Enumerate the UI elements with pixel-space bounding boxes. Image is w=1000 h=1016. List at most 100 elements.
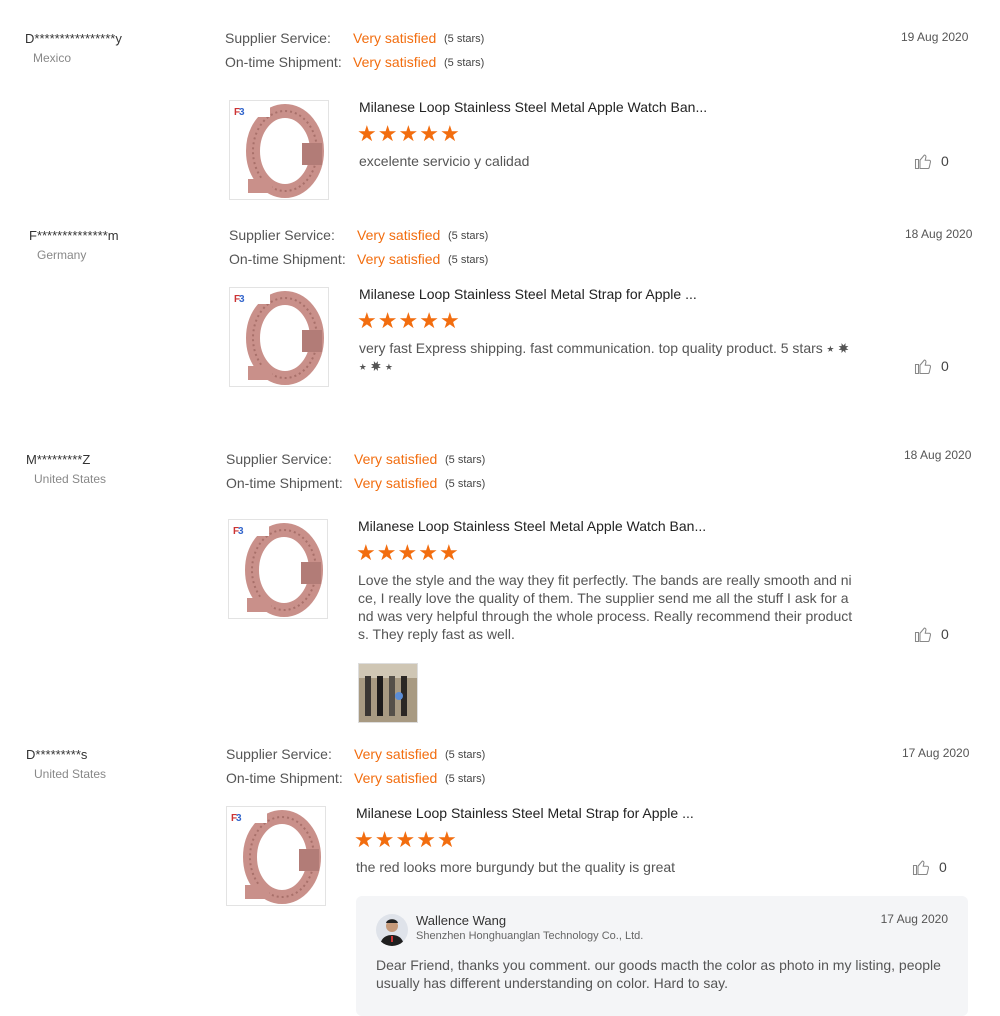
like-count: 0 [941, 626, 949, 642]
star-icon: ★ [419, 308, 439, 333]
star-icon: ★ [439, 121, 460, 146]
supplier-service-label: Supplier Service: [229, 227, 335, 243]
supplier-reply: Wallence Wang Shenzhen Honghuanglan Tech… [356, 896, 968, 1016]
star-rating: ★ ★ ★ ★ ★ [356, 540, 459, 565]
ontime-shipment-value: Very satisfied [353, 54, 437, 70]
thumbs-up-icon [914, 359, 932, 375]
watch-band-image: F 3 [233, 523, 323, 617]
supplier-service-value: Very satisfied [357, 227, 441, 243]
like-button[interactable]: 0 [914, 152, 949, 170]
svg-text:3: 3 [239, 294, 245, 305]
supplier-service-stars: (5 stars) [448, 230, 489, 242]
watch-band-image: F 3 [231, 810, 321, 904]
like-button[interactable]: 0 [914, 357, 949, 375]
avatar-image [376, 914, 408, 946]
product-thumbnail[interactable]: F 3 [228, 519, 328, 619]
star-icon: ★ [377, 121, 398, 146]
star-rating: ★ ★ ★ ★ ★ [357, 308, 460, 333]
product-thumbnail[interactable]: F 3 [229, 100, 329, 200]
star-rating: ★ ★ ★ ★ ★ [354, 827, 457, 852]
watch-band-image: F 3 [234, 104, 324, 198]
supplier-service-value: Very satisfied [354, 746, 438, 762]
review-photo[interactable] [358, 663, 418, 723]
buyer-name: F**************m [29, 228, 119, 243]
reply-date: 17 Aug 2020 [880, 912, 948, 926]
star-icon: ★ [357, 121, 377, 146]
star-icon: ★ [419, 121, 439, 146]
like-count: 0 [941, 153, 949, 169]
ontime-shipment-label: On-time Shipment: [226, 770, 343, 786]
product-title-link[interactable]: Milanese Loop Stainless Steel Metal Appl… [358, 518, 706, 534]
buyer-name: M*********Z [26, 452, 91, 467]
star-icon: ★ [436, 827, 457, 852]
buyer-name: D*********s [26, 747, 88, 762]
review-date: 17 Aug 2020 [902, 746, 970, 760]
ontime-shipment-stars: (5 stars) [445, 773, 486, 785]
star-icon: ★ [398, 121, 419, 146]
ontime-shipment-value: Very satisfied [354, 475, 438, 491]
watch-band-image: F 3 [234, 291, 324, 385]
supplier-service-label: Supplier Service: [226, 746, 332, 762]
star-icon: ★ [439, 308, 460, 333]
star-icon: ★ [395, 827, 416, 852]
reply-author-name: Wallence Wang [416, 913, 507, 928]
supplier-service-value: Very satisfied [354, 451, 438, 467]
review-text: the red looks more burgundy but the qual… [356, 859, 676, 875]
like-button[interactable]: 0 [914, 625, 949, 643]
supplier-service-stars: (5 stars) [445, 749, 486, 761]
star-icon: ★ [377, 308, 398, 333]
avatar [376, 914, 408, 946]
ontime-shipment-stars: (5 stars) [445, 478, 486, 490]
reply-text: Dear Friend, thanks you comment. our goo… [376, 957, 941, 991]
supplier-service-label: Supplier Service: [225, 30, 331, 46]
review-photo-image [359, 664, 417, 722]
supplier-service-stars: (5 stars) [445, 454, 486, 466]
star-icon: ★ [398, 308, 419, 333]
review-date: 19 Aug 2020 [901, 30, 969, 44]
ontime-shipment-stars: (5 stars) [448, 254, 489, 266]
supplier-service-label: Supplier Service: [226, 451, 332, 467]
supplier-service-value: Very satisfied [353, 30, 437, 46]
svg-text:3: 3 [239, 107, 245, 118]
ontime-shipment-value: Very satisfied [354, 770, 438, 786]
product-title-link[interactable]: Milanese Loop Stainless Steel Metal Appl… [359, 99, 707, 115]
star-icon: ★ [438, 540, 459, 565]
ontime-shipment-value: Very satisfied [357, 251, 441, 267]
star-icon: ★ [356, 540, 376, 565]
review-text: very fast Express shipping. fast communi… [359, 340, 849, 374]
svg-text:3: 3 [238, 526, 244, 537]
like-count: 0 [939, 859, 947, 875]
star-icon: ★ [418, 540, 438, 565]
ontime-shipment-label: On-time Shipment: [229, 251, 346, 267]
review-text: Love the style and the way they fit perf… [358, 572, 853, 642]
product-title-link[interactable]: Milanese Loop Stainless Steel Metal Stra… [359, 286, 697, 302]
reply-company-name: Shenzhen Honghuanglan Technology Co., Lt… [416, 930, 644, 942]
buyer-country: Germany [37, 248, 87, 262]
review-date: 18 Aug 2020 [904, 448, 972, 462]
like-button[interactable]: 0 [912, 858, 947, 876]
buyer-country: United States [34, 472, 107, 486]
ontime-shipment-label: On-time Shipment: [225, 54, 342, 70]
star-icon: ★ [357, 308, 377, 333]
buyer-name: D****************y [25, 31, 122, 46]
review-text: excelente servicio y calidad [359, 153, 530, 169]
ontime-shipment-label: On-time Shipment: [226, 475, 343, 491]
thumbs-up-icon [912, 860, 930, 876]
supplier-service-stars: (5 stars) [444, 33, 485, 45]
product-title-link[interactable]: Milanese Loop Stainless Steel Metal Stra… [356, 805, 694, 821]
star-icon: ★ [354, 827, 374, 852]
buyer-country: Mexico [33, 51, 72, 65]
star-icon: ★ [374, 827, 395, 852]
star-icon: ★ [416, 827, 436, 852]
star-icon: ★ [397, 540, 418, 565]
svg-text:3: 3 [236, 813, 242, 824]
product-thumbnail[interactable]: F 3 [226, 806, 326, 906]
star-rating: ★ ★ ★ ★ ★ [357, 121, 460, 146]
like-count: 0 [941, 358, 949, 374]
thumbs-up-icon [914, 627, 932, 643]
product-thumbnail[interactable]: F 3 [229, 287, 329, 387]
buyer-country: United States [34, 767, 107, 781]
review-date: 18 Aug 2020 [905, 227, 973, 241]
ontime-shipment-stars: (5 stars) [444, 57, 485, 69]
star-icon: ★ [376, 540, 397, 565]
